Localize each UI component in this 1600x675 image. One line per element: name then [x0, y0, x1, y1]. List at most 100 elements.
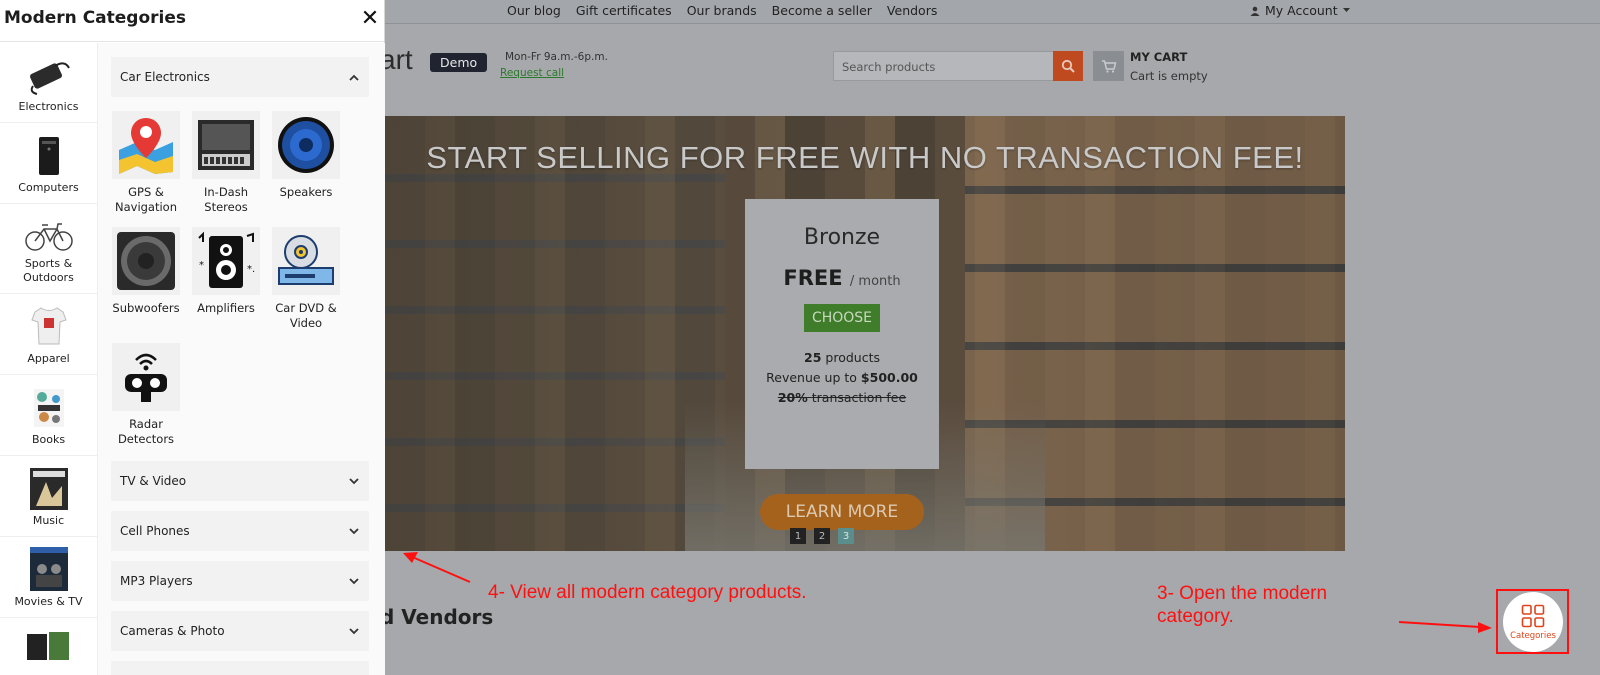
- hero-title: START SELLING FOR FREE WITH NO TRANSACTI…: [426, 140, 1304, 175]
- carousel-pagination: 1 2 3: [790, 528, 854, 544]
- rail-item-music[interactable]: Music: [0, 456, 97, 537]
- plan-card: Bronze FREE / month CHOOSE 25 products R…: [745, 199, 939, 469]
- learn-more-button[interactable]: LEARN MORE: [760, 494, 924, 530]
- close-button[interactable]: ✕: [360, 7, 380, 31]
- subcategory-label: Car DVD & Video: [275, 301, 337, 330]
- charger-icon: [25, 56, 73, 96]
- choose-plan-button[interactable]: CHOOSE: [803, 304, 881, 332]
- section-more[interactable]: [111, 661, 369, 675]
- link-become-seller[interactable]: Become a seller: [772, 3, 872, 18]
- section-label: Cameras & Photo: [120, 624, 225, 638]
- plan-price-value: FREE: [783, 266, 843, 290]
- section-cell-phones[interactable]: Cell Phones: [111, 511, 369, 551]
- carousel-page-3[interactable]: 3: [838, 528, 854, 544]
- category-content: Car Electronics GPS & Navigation In-Dash…: [98, 43, 385, 675]
- chevron-down-icon: [348, 625, 360, 637]
- plan-revenue: Revenue up to $500.00: [766, 370, 918, 385]
- section-label: TV & Video: [120, 474, 187, 488]
- subcategory-radar-detectors[interactable]: Radar Detectors: [106, 343, 186, 446]
- plan-period: / month: [849, 274, 901, 289]
- rail-label: Movies & TV: [14, 595, 83, 608]
- rail-label: Books: [31, 433, 66, 446]
- subcategory-label: Speakers: [279, 185, 333, 199]
- rail-item-apparel[interactable]: Apparel: [0, 294, 97, 375]
- vendors-section-title: d Vendors: [380, 605, 494, 629]
- search-icon: [1061, 59, 1075, 73]
- warehouse-shelf-left: [385, 116, 725, 551]
- hero-banner[interactable]: START SELLING FOR FREE WITH NO TRANSACTI…: [385, 116, 1345, 551]
- carousel-page-2[interactable]: 2: [814, 528, 830, 544]
- section-car-electronics-label: Car Electronics: [120, 70, 210, 84]
- subcategory-label: GPS & Navigation: [114, 185, 178, 214]
- annotation-step-4: 4- View all modern category products.: [488, 582, 807, 603]
- rail-item-sports-outdoors[interactable]: Sports & Outdoors: [0, 204, 97, 294]
- rail-label: Computers: [18, 181, 79, 194]
- request-call-link[interactable]: Request call: [500, 67, 564, 79]
- section-tv-video[interactable]: TV & Video: [111, 461, 369, 501]
- book-collage-icon: [32, 387, 66, 429]
- search-button[interactable]: [1053, 51, 1083, 81]
- section-mp3-players[interactable]: MP3 Players: [111, 561, 369, 601]
- subwoofer-icon: [112, 227, 180, 295]
- cart-icon: [1101, 60, 1116, 73]
- business-hours: Mon-Fr 9a.m.-6p.m.: [505, 51, 608, 63]
- link-brands[interactable]: Our brands: [687, 3, 757, 18]
- bicycle-icon: [24, 219, 74, 253]
- rail-label: Sports & Outdoors: [23, 257, 74, 284]
- map-pin-icon: [112, 111, 180, 179]
- search-input[interactable]: Search products: [833, 51, 1054, 81]
- user-icon: [1250, 6, 1260, 16]
- top-links: Our blog Gift certificates Our brands Be…: [507, 3, 937, 18]
- category-rail[interactable]: Electronics Computers Sports & Outdoors …: [0, 43, 98, 675]
- carousel-page-1[interactable]: 1: [790, 528, 806, 544]
- demo-badge: Demo: [430, 53, 488, 72]
- link-gift-certificates[interactable]: Gift certificates: [576, 3, 672, 18]
- panel-header: Modern Categories ✕: [0, 0, 384, 42]
- rail-item-electronics[interactable]: Electronics: [0, 43, 97, 123]
- section-label: Cell Phones: [120, 524, 190, 538]
- caret-down-icon: [1342, 8, 1350, 12]
- subcategory-car-dvd-video[interactable]: Car DVD & Video: [266, 227, 346, 330]
- my-account-menu[interactable]: My Account: [1250, 3, 1350, 18]
- rail-item-books[interactable]: Books: [0, 375, 97, 456]
- grid-icon: [1521, 604, 1545, 627]
- section-label: MP3 Players: [120, 574, 193, 588]
- section-car-electronics[interactable]: Car Electronics: [111, 57, 369, 97]
- chevron-up-icon: [348, 71, 360, 83]
- subcategory-label: Subwoofers: [112, 301, 180, 315]
- chevron-down-icon: [348, 475, 360, 487]
- movie-cover-icon: [29, 547, 68, 591]
- subcategory-label: In-Dash Stereos: [203, 185, 248, 214]
- plan-name: Bronze: [803, 225, 881, 250]
- categories-button-label: Categories: [1510, 630, 1556, 641]
- plan-price: FREE / month: [745, 266, 939, 290]
- stereo-icon: [192, 111, 260, 179]
- amplifier-icon: * *.: [192, 227, 260, 295]
- chevron-down-icon: [348, 525, 360, 537]
- rail-item-movies-tv[interactable]: Movies & TV: [0, 537, 97, 618]
- subcategory-speakers[interactable]: Speakers: [266, 111, 346, 200]
- chevron-down-icon: [348, 575, 360, 587]
- rail-item-computers[interactable]: Computers: [0, 123, 97, 204]
- cart-button[interactable]: [1093, 51, 1124, 81]
- svg-text:*.: *.: [247, 264, 255, 275]
- cart-title[interactable]: MY CART: [1130, 50, 1187, 64]
- rail-item-games[interactable]: [0, 618, 97, 675]
- tshirt-icon: [29, 304, 69, 348]
- subcategory-gps-navigation[interactable]: GPS & Navigation: [106, 111, 186, 214]
- panel-title: Modern Categories: [4, 8, 187, 28]
- section-cameras-photo[interactable]: Cameras & Photo: [111, 611, 369, 651]
- dvd-player-icon: [272, 227, 340, 295]
- link-blog[interactable]: Our blog: [507, 3, 561, 18]
- subcategory-amplifiers[interactable]: * *. Amplifiers: [186, 227, 266, 316]
- link-vendors[interactable]: Vendors: [887, 3, 937, 18]
- speaker-icon: [272, 111, 340, 179]
- game-console-icon: [25, 630, 73, 666]
- categories-button[interactable]: Categories: [1503, 592, 1563, 652]
- plan-fee: 20% transaction fee: [777, 390, 907, 405]
- subcategory-subwoofers[interactable]: Subwoofers: [106, 227, 186, 316]
- album-cover-icon: [29, 468, 68, 510]
- radar-icon: [112, 343, 180, 411]
- desktop-tower-icon: [29, 135, 69, 177]
- subcategory-in-dash-stereos[interactable]: In-Dash Stereos: [186, 111, 266, 214]
